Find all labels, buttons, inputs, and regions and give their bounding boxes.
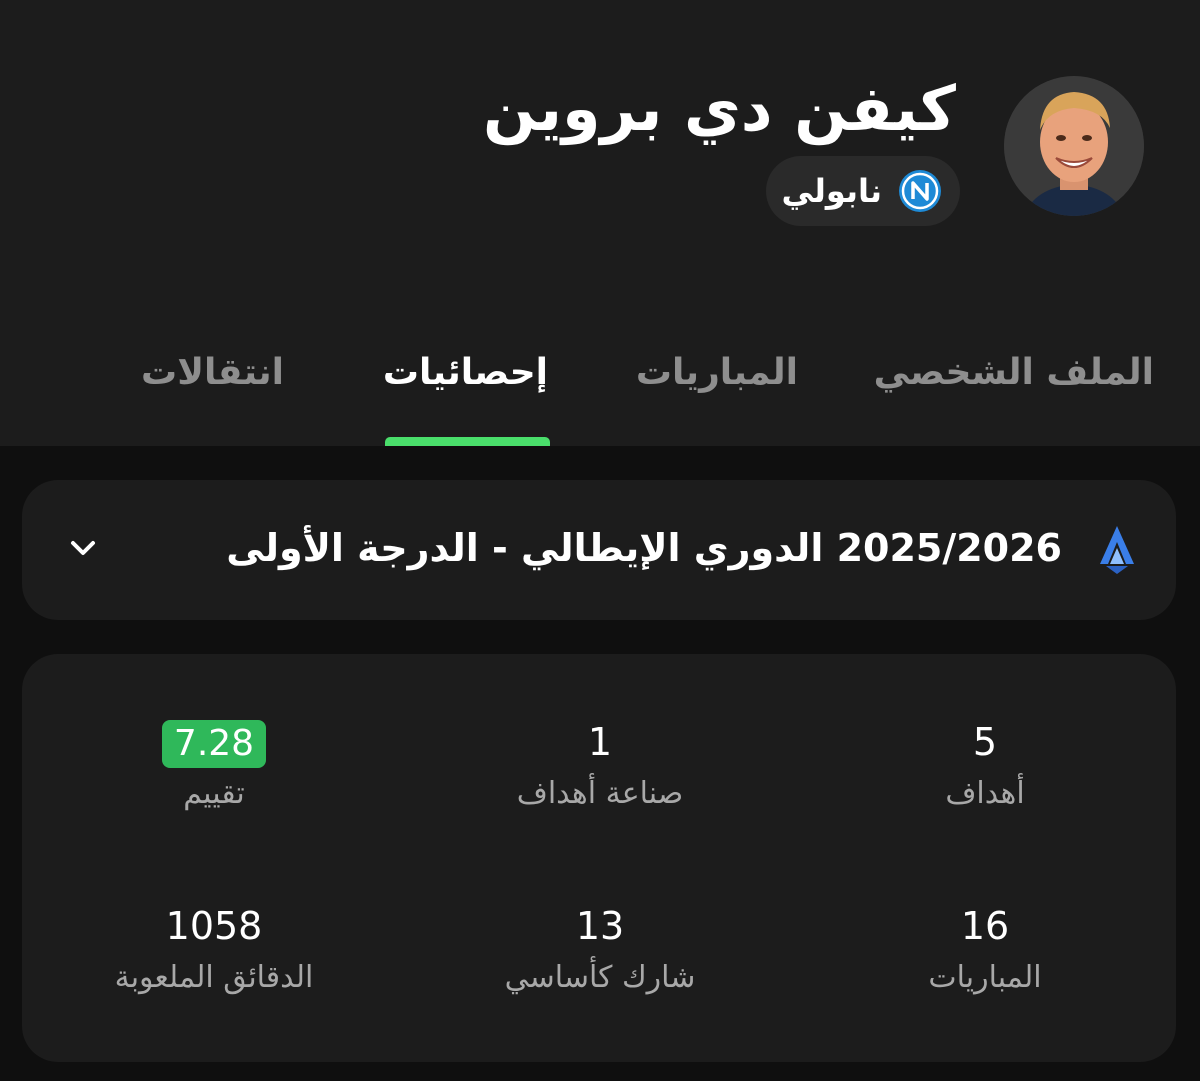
profile-tabs: الملف الشخصي المباريات إحصائيات انتقالات <box>0 340 1200 446</box>
stat-label: أهداف <box>945 776 1025 811</box>
stat-value: 16 <box>960 904 1010 948</box>
stat-rating: 7.28 تقييم <box>54 718 374 811</box>
rating-badge: 7.28 <box>161 720 267 768</box>
stats-card: 5 أهداف 1 صناعة أهداف 7.28 تقييم 16 المب… <box>22 654 1176 1062</box>
player-avatar[interactable] <box>1004 76 1144 216</box>
napoli-logo-icon <box>899 170 941 212</box>
league-selector[interactable]: 2025/2026 الدوري الإيطالي - الدرجة الأول… <box>22 480 1176 620</box>
tab-transfers[interactable]: انتقالات <box>141 352 284 393</box>
stat-minutes: 1058 الدقائق الملعوبة <box>54 902 374 995</box>
stat-goals: 5 أهداف <box>825 718 1145 811</box>
stat-value: 13 <box>575 904 625 948</box>
stat-label: الدقائق الملعوبة <box>114 960 314 995</box>
stat-label: المباريات <box>928 960 1042 995</box>
chevron-down-icon[interactable] <box>68 536 98 560</box>
stat-label: تقييم <box>183 776 245 811</box>
stat-assists: 1 صناعة أهداف <box>440 718 760 811</box>
stat-value: 1058 <box>165 904 263 948</box>
serie-a-icon <box>1100 526 1134 574</box>
stat-label: شارك كأساسي <box>504 960 696 995</box>
stat-value: 5 <box>972 720 998 764</box>
team-chip[interactable]: نابولي <box>766 156 960 226</box>
tab-stats[interactable]: إحصائيات <box>383 352 548 393</box>
stat-starts: 13 شارك كأساسي <box>440 902 760 995</box>
stat-matches: 16 المباريات <box>825 902 1145 995</box>
stat-value: 1 <box>587 720 613 764</box>
tab-matches[interactable]: المباريات <box>636 352 798 393</box>
tab-profile[interactable]: الملف الشخصي <box>874 352 1154 393</box>
stat-label: صناعة أهداف <box>516 776 684 811</box>
team-name: نابولي <box>781 172 883 210</box>
league-title: 2025/2026 الدوري الإيطالي - الدرجة الأول… <box>226 526 1062 570</box>
player-header: كيفن دي بروين نابولي الملف الشخصي المبار… <box>0 0 1200 446</box>
active-tab-indicator <box>385 437 550 446</box>
avatar-photo <box>1004 76 1144 216</box>
player-name: كيفن دي بروين <box>482 72 957 145</box>
